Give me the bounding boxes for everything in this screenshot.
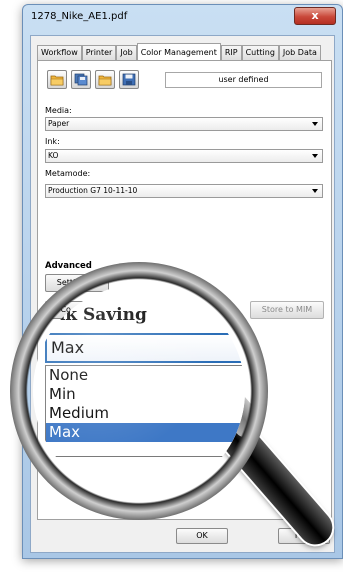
ink-saving-option-min[interactable]: Min bbox=[46, 385, 245, 404]
magnified-ink-saving: Ink Saving Max None Min Medium Max bbox=[33, 285, 245, 497]
tab-job[interactable]: Job bbox=[116, 45, 137, 60]
metamode-select[interactable]: Production G7 10-11-10 bbox=[45, 184, 323, 198]
media-label: Media: bbox=[45, 106, 72, 115]
close-button[interactable]: x bbox=[294, 7, 336, 25]
save-button[interactable] bbox=[119, 70, 139, 89]
tab-printer[interactable]: Printer bbox=[81, 45, 117, 60]
save-multi-button[interactable] bbox=[71, 70, 91, 89]
store-to-mim-button[interactable]: Store to MIM bbox=[250, 301, 324, 319]
metamode-value: Production G7 10-11-10 bbox=[48, 186, 138, 195]
chevron-down-icon bbox=[312, 189, 318, 193]
ink-label: Ink: bbox=[45, 137, 60, 146]
ink-saving-option-none[interactable]: None bbox=[46, 366, 245, 385]
profile-name-field[interactable]: user defined bbox=[165, 72, 322, 88]
tab-job-data[interactable]: Job Data bbox=[278, 45, 321, 60]
ink-saving-select[interactable]: Max bbox=[45, 333, 245, 363]
magnifier-lens: Ink Saving Max None Min Medium Max bbox=[33, 285, 245, 497]
ink-value: KO bbox=[48, 151, 59, 160]
folder-icon bbox=[98, 75, 112, 86]
media-select[interactable]: Paper bbox=[45, 117, 323, 131]
tab-color-management[interactable]: Color Management bbox=[136, 43, 221, 61]
chevron-down-icon bbox=[312, 154, 318, 158]
open-profile-button[interactable] bbox=[47, 70, 67, 89]
tab-cutting[interactable]: Cutting bbox=[241, 45, 279, 60]
ink-saving-option-max[interactable]: Max bbox=[46, 423, 245, 442]
advanced-heading: Advanced bbox=[45, 261, 92, 271]
tab-strip: Workflow Printer Job Color Management RIP Cut… bbox=[37, 42, 332, 61]
chevron-down-icon bbox=[312, 122, 318, 126]
tab-rip[interactable]: RIP bbox=[220, 45, 242, 60]
title-bar[interactable]: 1278_Nike_AE1.pdf x bbox=[23, 5, 342, 31]
ink-saving-label: Ink Saving bbox=[45, 305, 147, 325]
ink-saving-dropdown: None Min Medium Max bbox=[45, 365, 245, 457]
ok-button[interactable]: OK bbox=[176, 528, 228, 544]
open-folder-icon bbox=[50, 75, 64, 86]
ink-select[interactable]: KO bbox=[45, 149, 323, 163]
media-value: Paper bbox=[48, 119, 70, 128]
folder-button[interactable] bbox=[95, 70, 115, 89]
multi-floppy-icon bbox=[74, 73, 88, 86]
tab-workflow[interactable]: Workflow bbox=[37, 45, 82, 60]
ink-saving-option-medium[interactable]: Medium bbox=[46, 404, 245, 423]
window-title: 1278_Nike_AE1.pdf bbox=[31, 11, 128, 22]
metamode-label: Metamode: bbox=[45, 169, 91, 178]
floppy-disk-icon bbox=[122, 73, 136, 86]
ink-saving-value: Max bbox=[51, 338, 85, 357]
